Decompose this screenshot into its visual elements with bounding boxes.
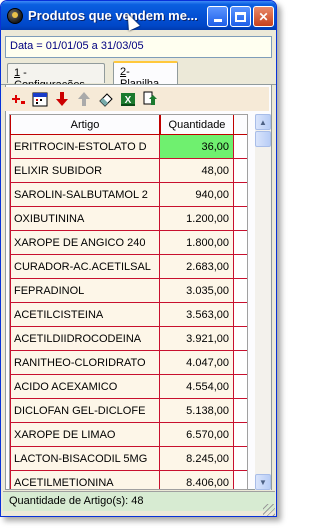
cell-artigo[interactable]: XAROPE DE LIMAO [10,423,160,446]
arrow-down-red-icon[interactable] [53,91,70,108]
resize-grip-icon[interactable] [263,504,275,516]
data-grid: Artigo Quantidade ERITROCIN-ESTOLATO D 36… [9,114,248,490]
table-row[interactable]: SAROLIN-SALBUTAMOL 2 940,00 [10,183,247,207]
minimize-button[interactable] [207,6,228,27]
status-text: Quantidade de Artigo(s): 48 [9,495,144,507]
column-header-artigo[interactable]: Artigo [10,115,160,134]
app-icon [7,7,23,24]
tab-planilha[interactable]: 2- Planilha [113,61,178,90]
export-icon[interactable] [141,91,158,108]
cell-artigo[interactable]: OXIBUTININA [10,207,160,230]
chevron-up-icon: ▲ [259,117,267,127]
arrow-up-gray-icon[interactable] [75,91,92,108]
cell-artigo[interactable]: ACETILMETIONINA [10,471,160,489]
cell-quantidade[interactable]: 8.406,00 [160,471,234,489]
tab-strip: 1 - Configurações 2- Planilha [5,61,272,91]
close-icon: ✕ [258,9,269,24]
grid-header: Artigo Quantidade [10,115,247,135]
table-row[interactable]: ACETILCISTEINA 3.563,00 [10,303,247,327]
calendar-icon[interactable] [31,91,48,108]
cell-quantidade[interactable]: 940,00 [160,183,234,206]
scroll-up-button[interactable]: ▲ [255,114,271,130]
cell-artigo[interactable]: CURADOR-AC.ACETILSAL [10,255,160,278]
grid-toolbar: X [3,87,269,111]
table-row[interactable]: OXIBUTININA 1.200,00 [10,207,247,231]
cell-quantidade[interactable]: 3.563,00 [160,303,234,326]
cell-quantidade[interactable]: 36,00 [160,135,234,158]
cell-quantidade[interactable]: 8.245,00 [160,447,234,470]
table-row[interactable]: CURADOR-AC.ACETILSAL 2.683,00 [10,255,247,279]
cell-artigo[interactable]: ACETILCISTEINA [10,303,160,326]
add-red-icon[interactable] [9,91,26,108]
cell-quantidade[interactable]: 48,00 [160,159,234,182]
cell-quantidade[interactable]: 4.047,00 [160,351,234,374]
close-button[interactable]: ✕ [253,6,274,27]
cell-artigo[interactable]: XAROPE DE ANGICO 240 [10,231,160,254]
cell-quantidade[interactable]: 3.035,00 [160,279,234,302]
table-row[interactable]: XAROPE DE ANGICO 240 1.800,00 [10,231,247,255]
cell-artigo[interactable]: ACIDO ACEXAMICO [10,375,160,398]
chevron-down-icon: ▼ [259,477,267,487]
cell-artigo[interactable]: FEPRADINOL [10,279,160,302]
window-title: Produtos que vendem me... [28,8,198,23]
cell-artigo[interactable]: ACETILDIIDROCODEINA [10,327,160,350]
table-row[interactable]: ELIXIR SUBIDOR 48,00 [10,159,247,183]
scroll-down-button[interactable]: ▼ [255,474,271,490]
cell-quantidade[interactable]: 6.570,00 [160,423,234,446]
cell-artigo[interactable]: LACTON-BISACODIL 5MG [10,447,160,470]
table-row[interactable]: ACIDO ACEXAMICO 4.554,00 [10,375,247,399]
cell-quantidade[interactable]: 4.554,00 [160,375,234,398]
report-window: Produtos que vendem me... ✕ Data = 01/01… [0,0,277,517]
minimize-icon [213,19,222,22]
excel-icon[interactable]: X [119,91,136,108]
cell-quantidade[interactable]: 1.800,00 [160,231,234,254]
cell-artigo[interactable]: RANITHEO-CLORIDRATO [10,351,160,374]
cell-quantidade[interactable]: 3.921,00 [160,327,234,350]
scroll-thumb[interactable] [255,131,271,147]
table-row[interactable]: FEPRADINOL 3.035,00 [10,279,247,303]
column-header-quantidade[interactable]: Quantidade [160,115,234,134]
table-row[interactable]: ACETILMETIONINA 8.406,00 [10,471,247,489]
table-row[interactable]: LACTON-BISACODIL 5MG 8.245,00 [10,447,247,471]
cell-artigo[interactable]: DICLOFAN GEL-DICLOFE [10,399,160,422]
cell-artigo[interactable]: ELIXIR SUBIDOR [10,159,160,182]
grid-body: ERITROCIN-ESTOLATO D 36,00 ELIXIR SUBIDOR 4… [10,135,247,489]
cell-artigo[interactable]: ERITROCIN-ESTOLATO D [10,135,160,158]
tab-configuracoes[interactable]: 1 - Configurações [7,63,105,91]
cell-artigo[interactable]: SAROLIN-SALBUTAMOL 2 [10,183,160,206]
maximize-icon [235,11,246,22]
table-row[interactable]: ERITROCIN-ESTOLATO D 36,00 [10,135,247,159]
vertical-scrollbar[interactable]: ▲ ▼ [255,114,271,490]
date-range-label: Data = 01/01/05 a 31/03/05 [5,36,272,58]
table-row[interactable]: DICLOFAN GEL-DICLOFE 5.138,00 [10,399,247,423]
table-row[interactable]: ACETILDIIDROCODEINA 3.921,00 [10,327,247,351]
maximize-button[interactable] [230,6,251,27]
eraser-icon[interactable] [97,91,114,108]
status-bar: Quantidade de Artigo(s): 48 [3,491,275,511]
table-row[interactable]: XAROPE DE LIMAO 6.570,00 [10,423,247,447]
table-row[interactable]: RANITHEO-CLORIDRATO 4.047,00 [10,351,247,375]
cell-quantidade[interactable]: 5.138,00 [160,399,234,422]
cell-quantidade[interactable]: 1.200,00 [160,207,234,230]
cell-quantidade[interactable]: 2.683,00 [160,255,234,278]
